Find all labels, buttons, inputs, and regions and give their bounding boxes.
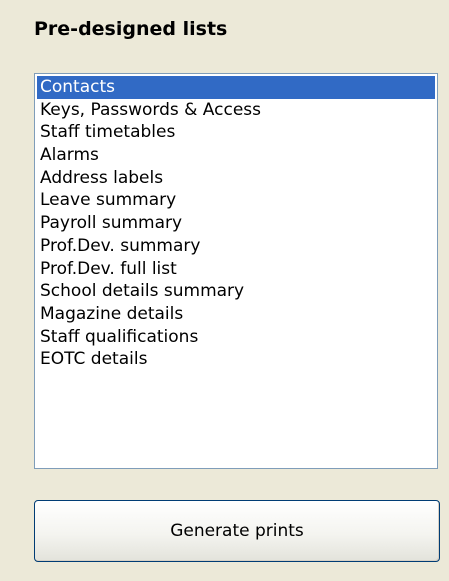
pre-designed-lists-panel: Pre-designed lists Contacts Keys, Passwo… xyxy=(0,0,449,581)
generate-prints-button[interactable]: Generate prints xyxy=(34,500,440,562)
list-item[interactable]: Keys, Passwords & Access xyxy=(37,99,435,122)
list-item[interactable]: Contacts xyxy=(37,76,435,99)
list-item[interactable]: Staff qualifications xyxy=(37,326,435,349)
list-item[interactable]: Staff timetables xyxy=(37,121,435,144)
list-item[interactable]: Magazine details xyxy=(37,303,435,326)
list-item[interactable]: Address labels xyxy=(37,167,435,190)
list-item[interactable]: EOTC details xyxy=(37,348,435,371)
panel-title: Pre-designed lists xyxy=(34,18,228,40)
list-item[interactable]: Alarms xyxy=(37,144,435,167)
list-item[interactable]: Payroll summary xyxy=(37,212,435,235)
list-item[interactable]: Leave summary xyxy=(37,189,435,212)
list-item[interactable]: Prof.Dev. summary xyxy=(37,235,435,258)
list-item[interactable]: School details summary xyxy=(37,280,435,303)
lists-listbox[interactable]: Contacts Keys, Passwords & Access Staff … xyxy=(34,73,438,469)
list-item[interactable]: Prof.Dev. full list xyxy=(37,258,435,281)
